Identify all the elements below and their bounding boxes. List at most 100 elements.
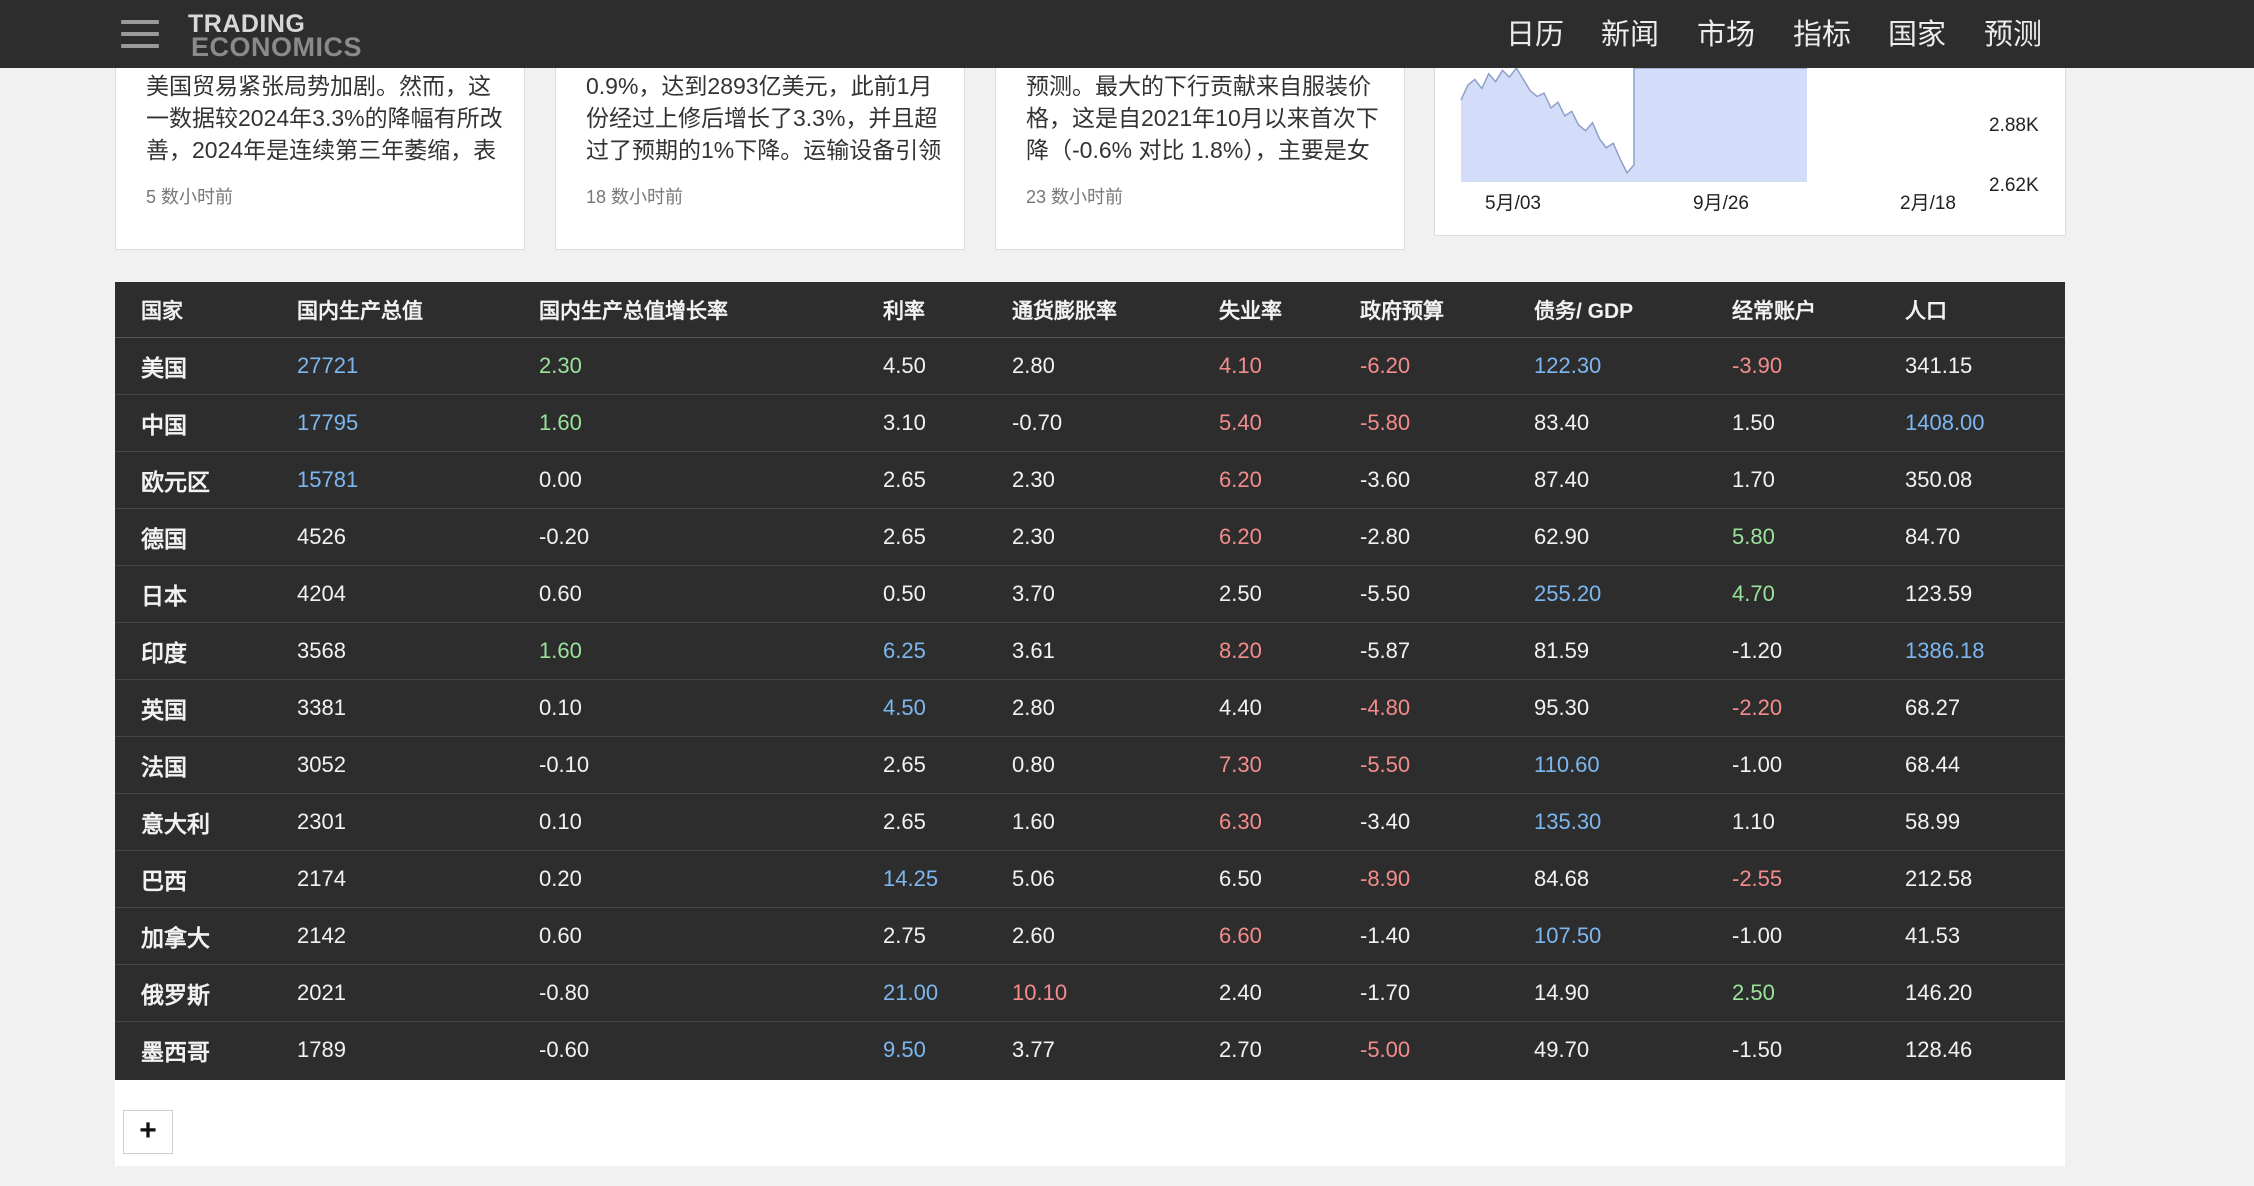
indicator-value[interactable]: 3052 [271,736,513,794]
indicator-value[interactable]: 2021 [271,964,513,1022]
indicator-value[interactable]: -3.60 [1334,451,1508,509]
indicator-value[interactable]: 2.80 [986,337,1193,395]
indicator-value[interactable]: 6.50 [1193,850,1334,908]
indicator-value[interactable]: 5.06 [986,850,1193,908]
indicator-value[interactable]: 84.70 [1879,508,2065,566]
indicator-value[interactable]: 1.60 [513,394,857,452]
indicator-value[interactable]: 3.70 [986,565,1193,623]
indicator-value[interactable]: 4526 [271,508,513,566]
indicator-value[interactable]: 21.00 [857,964,986,1022]
column-header[interactable]: 通货膨胀率 [986,282,1193,338]
indicator-value[interactable]: -0.60 [513,1021,857,1078]
indicator-value[interactable]: 68.44 [1879,736,2065,794]
indicator-value[interactable]: 1.70 [1706,451,1879,509]
country-link[interactable]: 美国 [115,337,271,395]
country-link[interactable]: 英国 [115,679,271,737]
indicator-value[interactable]: 49.70 [1508,1021,1706,1078]
indicator-value[interactable]: 123.59 [1879,565,2065,623]
indicator-value[interactable]: 81.59 [1508,622,1706,680]
indicator-value[interactable]: 135.30 [1508,793,1706,851]
indicator-value[interactable]: -1.50 [1706,1021,1879,1078]
indicator-value[interactable]: 0.60 [513,907,857,965]
indicator-value[interactable]: 2.65 [857,793,986,851]
column-header[interactable]: 人口 [1879,282,2065,338]
country-link[interactable]: 中国 [115,394,271,452]
table-row[interactable]: 巴西 2174 0.20 14.25 5.06 6.50 -8.90 84.68 -2.55 21… [115,850,2065,908]
indicator-value[interactable]: 2.65 [857,451,986,509]
hamburger-menu-icon[interactable] [121,18,161,50]
indicator-value[interactable]: 8.20 [1193,622,1334,680]
indicator-value[interactable]: 2.60 [986,907,1193,965]
indicator-value[interactable]: 2.50 [1193,565,1334,623]
country-link[interactable]: 意大利 [115,793,271,851]
indicator-value[interactable]: 2.30 [986,508,1193,566]
nav-item-markets[interactable]: 市场 [1697,18,1755,52]
indicator-value[interactable]: 2.80 [986,679,1193,737]
indicator-value[interactable]: 6.25 [857,622,986,680]
indicator-value[interactable]: 2.40 [1193,964,1334,1022]
news-card-1[interactable]: 美国贸易紧张局势加剧。然而，这 一数据较2024年3.3%的降幅有所改 善，20… [115,68,525,250]
table-row[interactable]: 俄罗斯 2021 -0.80 21.00 10.10 2.40 -1.70 14.90 2.50… [115,964,2065,1022]
indicator-value[interactable]: -1.00 [1706,907,1879,965]
indicator-value[interactable]: 146.20 [1879,964,2065,1022]
column-header[interactable]: 国家 [115,282,271,338]
indicator-value[interactable]: -0.80 [513,964,857,1022]
indicator-value[interactable]: 6.20 [1193,451,1334,509]
indicator-value[interactable]: 84.68 [1508,850,1706,908]
nav-item-countries[interactable]: 国家 [1888,18,1946,52]
indicator-value[interactable]: 3381 [271,679,513,737]
column-header[interactable]: 经常账户 [1706,282,1879,338]
indicator-value[interactable]: 4.40 [1193,679,1334,737]
indicator-value[interactable]: 2.75 [857,907,986,965]
indicator-value[interactable]: -8.90 [1334,850,1508,908]
indicator-value[interactable]: 2142 [271,907,513,965]
indicator-value[interactable]: 0.60 [513,565,857,623]
indicator-value[interactable]: -1.70 [1334,964,1508,1022]
indicator-value[interactable]: 1.60 [513,622,857,680]
country-link[interactable]: 德国 [115,508,271,566]
indicator-value[interactable]: 58.99 [1879,793,2065,851]
indicator-value[interactable]: 107.50 [1508,907,1706,965]
indicator-value[interactable]: 341.15 [1879,337,2065,395]
table-row[interactable]: 美国 27721 2.30 4.50 2.80 4.10 -6.20 122.30 -3.90 3… [115,337,2065,395]
indicator-value[interactable]: 4.70 [1706,565,1879,623]
indicator-value[interactable]: 2301 [271,793,513,851]
column-header[interactable]: 国内生产总值 [271,282,513,338]
indicator-value[interactable]: -2.80 [1334,508,1508,566]
table-row[interactable]: 印度 3568 1.60 6.25 3.61 8.20 -5.87 81.59 -1.20 138… [115,622,2065,680]
indicator-value[interactable]: -5.80 [1334,394,1508,452]
column-header[interactable]: 政府预算 [1334,282,1508,338]
indicator-value[interactable]: 14.25 [857,850,986,908]
indicator-value[interactable]: 3.77 [986,1021,1193,1078]
indicator-value[interactable]: 2174 [271,850,513,908]
table-row[interactable]: 法国 3052 -0.10 2.65 0.80 7.30 -5.50 110.60 -1.00 6… [115,736,2065,794]
indicator-value[interactable]: -5.50 [1334,565,1508,623]
indicator-value[interactable]: 1789 [271,1021,513,1078]
country-link[interactable]: 墨西哥 [115,1021,271,1078]
indicator-value[interactable]: 4204 [271,565,513,623]
indicator-value[interactable]: 1.10 [1706,793,1879,851]
indicator-value[interactable]: 3.10 [857,394,986,452]
indicator-value[interactable]: 95.30 [1508,679,1706,737]
indicator-value[interactable]: 6.30 [1193,793,1334,851]
indicator-value[interactable]: 5.40 [1193,394,1334,452]
indicator-value[interactable]: 6.20 [1193,508,1334,566]
indicator-value[interactable]: 2.65 [857,508,986,566]
country-link[interactable]: 加拿大 [115,907,271,965]
table-row[interactable]: 墨西哥 1789 -0.60 9.50 3.77 2.70 -5.00 49.70 -1.50 1… [115,1021,2065,1078]
table-row[interactable]: 加拿大 2142 0.60 2.75 2.60 6.60 -1.40 107.50 -1.00 4… [115,907,2065,965]
indicator-value[interactable]: -3.40 [1334,793,1508,851]
table-row[interactable]: 欧元区 15781 0.00 2.65 2.30 6.20 -3.60 87.40 1.70 35… [115,451,2065,509]
indicator-value[interactable]: 0.20 [513,850,857,908]
indicator-value[interactable]: 1.60 [986,793,1193,851]
trading-economics-logo[interactable]: TRADING ECONOMICS [188,12,368,62]
indicator-value[interactable]: 62.90 [1508,508,1706,566]
indicator-value[interactable]: 41.53 [1879,907,2065,965]
indicator-value[interactable]: 68.27 [1879,679,2065,737]
country-link[interactable]: 俄罗斯 [115,964,271,1022]
indicator-value[interactable]: -0.70 [986,394,1193,452]
indicator-value[interactable]: 4.50 [857,679,986,737]
indicator-value[interactable]: -6.20 [1334,337,1508,395]
indicator-value[interactable]: 128.46 [1879,1021,2065,1078]
indicator-value[interactable]: 4.50 [857,337,986,395]
